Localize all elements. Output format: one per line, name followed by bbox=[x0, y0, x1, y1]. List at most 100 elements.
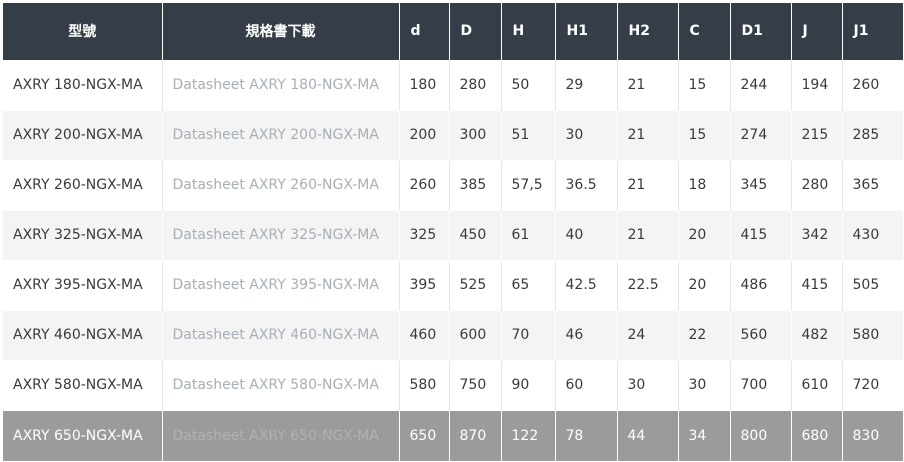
cell-H: 57,5 bbox=[501, 159, 556, 210]
cell-model: AXRY 460-NGX-MA bbox=[3, 309, 163, 360]
cell-H2: 44 bbox=[617, 409, 679, 461]
cell-J: 482 bbox=[791, 309, 843, 360]
table-row: AXRY 200-NGX-MA Datasheet AXRY 200-NGX-MA… bbox=[3, 109, 903, 160]
header-D-outer: D bbox=[449, 3, 502, 60]
cell-datasheet-link[interactable]: Datasheet AXRY 325-NGX-MA bbox=[162, 209, 400, 260]
cell-model: AXRY 260-NGX-MA bbox=[3, 159, 163, 210]
cell-H: 51 bbox=[501, 109, 556, 160]
cell-D1: 345 bbox=[730, 159, 792, 210]
cell-H1: 78 bbox=[555, 409, 618, 461]
cell-D1: 560 bbox=[730, 309, 792, 360]
cell-J: 610 bbox=[791, 359, 843, 410]
cell-D1: 700 bbox=[730, 359, 792, 410]
table-row: AXRY 260-NGX-MA Datasheet AXRY 260-NGX-MA… bbox=[3, 159, 903, 210]
cell-H2: 22.5 bbox=[617, 259, 679, 310]
cell-H: 122 bbox=[501, 409, 556, 461]
cell-J: 280 bbox=[791, 159, 843, 210]
cell-H2: 24 bbox=[617, 309, 679, 360]
cell-D-outer: 600 bbox=[449, 309, 502, 360]
cell-d: 325 bbox=[399, 209, 450, 260]
cell-J1: 720 bbox=[842, 359, 903, 410]
cell-datasheet-link[interactable]: Datasheet AXRY 650-NGX-MA bbox=[162, 409, 400, 461]
cell-C: 15 bbox=[678, 59, 731, 110]
cell-model: AXRY 650-NGX-MA bbox=[3, 409, 163, 461]
cell-J: 680 bbox=[791, 409, 843, 461]
cell-D-outer: 300 bbox=[449, 109, 502, 160]
cell-datasheet-link[interactable]: Datasheet AXRY 395-NGX-MA bbox=[162, 259, 400, 310]
cell-D1: 244 bbox=[730, 59, 792, 110]
cell-H: 61 bbox=[501, 209, 556, 260]
cell-model: AXRY 325-NGX-MA bbox=[3, 209, 163, 260]
cell-J1: 430 bbox=[842, 209, 903, 260]
cell-model: AXRY 180-NGX-MA bbox=[3, 59, 163, 110]
cell-d: 395 bbox=[399, 259, 450, 310]
cell-model: AXRY 580-NGX-MA bbox=[3, 359, 163, 410]
table-row: AXRY 650-NGX-MA Datasheet AXRY 650-NGX-MA… bbox=[3, 409, 903, 461]
cell-J1: 260 bbox=[842, 59, 903, 110]
cell-H: 90 bbox=[501, 359, 556, 410]
cell-datasheet-link[interactable]: Datasheet AXRY 200-NGX-MA bbox=[162, 109, 400, 160]
table-row: AXRY 395-NGX-MA Datasheet AXRY 395-NGX-MA… bbox=[3, 259, 903, 310]
cell-C: 18 bbox=[678, 159, 731, 210]
cell-d: 650 bbox=[399, 409, 450, 461]
cell-datasheet-link[interactable]: Datasheet AXRY 260-NGX-MA bbox=[162, 159, 400, 210]
cell-H1: 40 bbox=[555, 209, 618, 260]
table-row: AXRY 580-NGX-MA Datasheet AXRY 580-NGX-MA… bbox=[3, 359, 903, 410]
cell-H1: 29 bbox=[555, 59, 618, 110]
cell-d: 460 bbox=[399, 309, 450, 360]
cell-model: AXRY 395-NGX-MA bbox=[3, 259, 163, 310]
cell-H2: 21 bbox=[617, 209, 679, 260]
cell-J1: 285 bbox=[842, 109, 903, 160]
cell-C: 15 bbox=[678, 109, 731, 160]
cell-J: 415 bbox=[791, 259, 843, 310]
table-row: AXRY 460-NGX-MA Datasheet AXRY 460-NGX-MA… bbox=[3, 309, 903, 360]
cell-H1: 60 bbox=[555, 359, 618, 410]
cell-D-outer: 870 bbox=[449, 409, 502, 461]
cell-d: 580 bbox=[399, 359, 450, 410]
cell-J1: 365 bbox=[842, 159, 903, 210]
header-model: 型號 bbox=[3, 3, 163, 60]
cell-D-outer: 750 bbox=[449, 359, 502, 410]
cell-D-outer: 450 bbox=[449, 209, 502, 260]
table-header-row: 型號 規格書下載 d D H H1 H2 C D1 J J1 bbox=[3, 3, 903, 60]
cell-H2: 21 bbox=[617, 59, 679, 110]
header-H1: H1 bbox=[555, 3, 618, 60]
cell-H1: 42.5 bbox=[555, 259, 618, 310]
table-row: AXRY 325-NGX-MA Datasheet AXRY 325-NGX-MA… bbox=[3, 209, 903, 260]
cell-D1: 274 bbox=[730, 109, 792, 160]
cell-D-outer: 385 bbox=[449, 159, 502, 210]
cell-H: 70 bbox=[501, 309, 556, 360]
cell-C: 30 bbox=[678, 359, 731, 410]
cell-D1: 486 bbox=[730, 259, 792, 310]
cell-H2: 21 bbox=[617, 159, 679, 210]
cell-d: 200 bbox=[399, 109, 450, 160]
cell-model: AXRY 200-NGX-MA bbox=[3, 109, 163, 160]
cell-J: 215 bbox=[791, 109, 843, 160]
cell-datasheet-link[interactable]: Datasheet AXRY 580-NGX-MA bbox=[162, 359, 400, 410]
cell-D-outer: 525 bbox=[449, 259, 502, 310]
cell-H2: 21 bbox=[617, 109, 679, 160]
cell-C: 34 bbox=[678, 409, 731, 461]
cell-C: 20 bbox=[678, 209, 731, 260]
cell-H1: 36.5 bbox=[555, 159, 618, 210]
cell-J1: 505 bbox=[842, 259, 903, 310]
cell-J1: 830 bbox=[842, 409, 903, 461]
cell-C: 22 bbox=[678, 309, 731, 360]
cell-datasheet-link[interactable]: Datasheet AXRY 460-NGX-MA bbox=[162, 309, 400, 360]
cell-J1: 580 bbox=[842, 309, 903, 360]
header-d: d bbox=[399, 3, 450, 60]
product-spec-table-container: 型號 規格書下載 d D H H1 H2 C D1 J J1 AXRY 180-… bbox=[3, 3, 903, 461]
cell-datasheet-link[interactable]: Datasheet AXRY 180-NGX-MA bbox=[162, 59, 400, 110]
cell-H1: 30 bbox=[555, 109, 618, 160]
product-spec-table: 型號 規格書下載 d D H H1 H2 C D1 J J1 AXRY 180-… bbox=[3, 3, 903, 461]
header-datasheet: 規格書下載 bbox=[162, 3, 400, 60]
cell-D1: 415 bbox=[730, 209, 792, 260]
cell-C: 20 bbox=[678, 259, 731, 310]
cell-D1: 800 bbox=[730, 409, 792, 461]
cell-D-outer: 280 bbox=[449, 59, 502, 110]
cell-H: 65 bbox=[501, 259, 556, 310]
cell-H1: 46 bbox=[555, 309, 618, 360]
header-C: C bbox=[678, 3, 731, 60]
cell-J: 194 bbox=[791, 59, 843, 110]
table-row: AXRY 180-NGX-MA Datasheet AXRY 180-NGX-MA… bbox=[3, 59, 903, 110]
